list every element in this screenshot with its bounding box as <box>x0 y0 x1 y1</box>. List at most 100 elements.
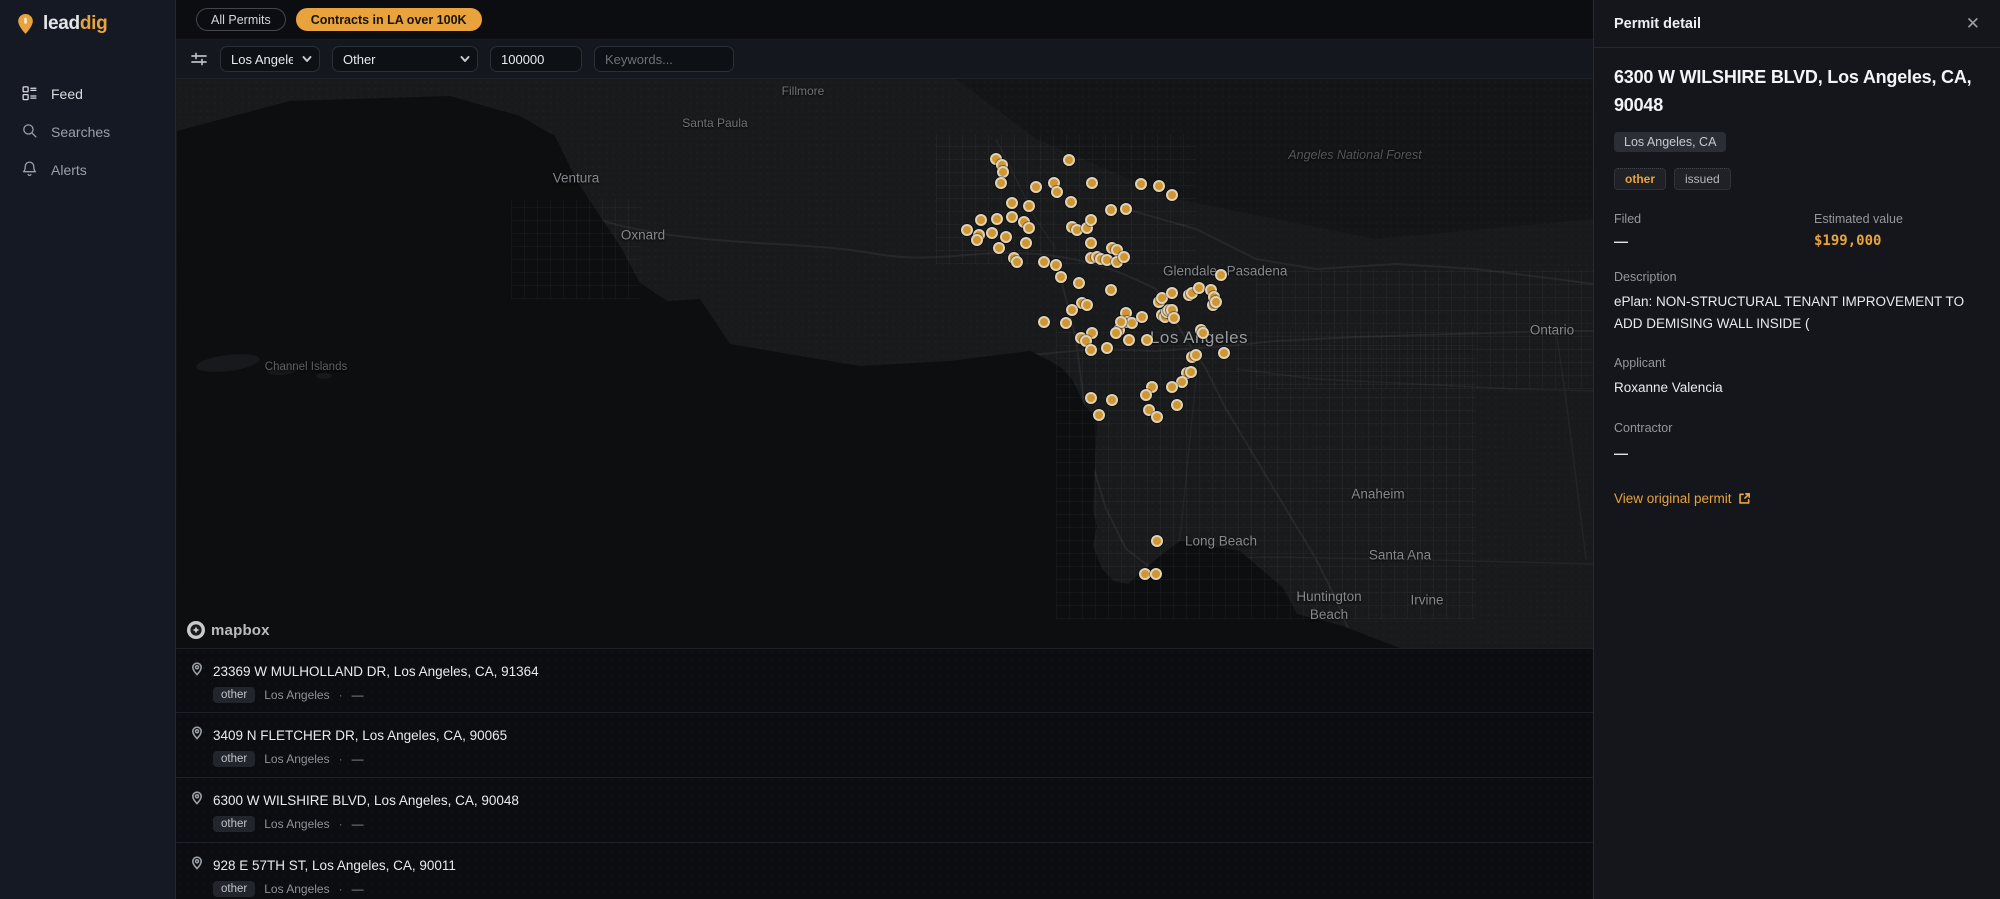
result-city: Los Angeles <box>264 882 330 896</box>
permit-marker[interactable] <box>975 214 987 226</box>
permit-marker[interactable] <box>1166 381 1178 393</box>
sidebar-item-label: Searches <box>51 124 111 140</box>
permit-marker[interactable] <box>1210 296 1222 308</box>
permit-marker[interactable] <box>1038 256 1050 268</box>
result-type-badge: other <box>213 816 256 832</box>
permit-marker[interactable] <box>1086 177 1098 189</box>
permit-marker[interactable] <box>1011 256 1023 268</box>
permit-tag-other: other <box>1614 167 1666 190</box>
result-separator: · <box>338 752 343 766</box>
permit-marker[interactable] <box>1081 299 1093 311</box>
permit-marker[interactable] <box>1136 311 1148 323</box>
permit-marker[interactable] <box>1166 287 1178 299</box>
permit-marker[interactable] <box>1105 204 1117 216</box>
permit-marker[interactable] <box>1038 316 1050 328</box>
result-row[interactable]: 928 E 57TH ST, Los Angeles, CA, 90011 oth… <box>176 843 1593 899</box>
result-address: 6300 W WILSHIRE BLVD, Los Angeles, CA, 9… <box>213 793 519 808</box>
permit-marker[interactable] <box>1023 200 1035 212</box>
permit-marker[interactable] <box>961 224 973 236</box>
permit-marker[interactable] <box>1171 399 1183 411</box>
permit-marker[interactable] <box>1073 277 1085 289</box>
permit-marker[interactable] <box>1185 366 1197 378</box>
permit-marker[interactable] <box>1085 237 1097 249</box>
permit-marker[interactable] <box>993 242 1005 254</box>
saved-search-tab-1[interactable]: Contracts in LA over 100K <box>295 8 482 31</box>
permit-marker[interactable] <box>1110 327 1122 339</box>
permit-marker[interactable] <box>1085 344 1097 356</box>
sidebar-item-searches[interactable]: Searches <box>0 113 175 151</box>
mapbox-attribution[interactable]: mapbox <box>186 620 270 640</box>
app-root: leaddig Feed Searches Alerts All Permits Co… <box>0 0 2000 899</box>
result-row[interactable]: 23369 W MULHOLLAND DR, Los Angeles, CA, … <box>176 648 1593 713</box>
permit-marker[interactable] <box>1135 178 1147 190</box>
result-row[interactable]: 3409 N FLETCHER DR, Los Angeles, CA, 900… <box>176 713 1593 778</box>
map-pin-icon <box>190 856 204 875</box>
mapbox-wordmark: mapbox <box>211 621 270 639</box>
feed-icon <box>21 84 38 104</box>
type-select[interactable]: Other <box>332 46 478 72</box>
view-original-permit-link[interactable]: View original permit <box>1614 491 1751 506</box>
permit-marker[interactable] <box>1197 327 1209 339</box>
saved-search-tab-0[interactable]: All Permits <box>196 8 286 31</box>
permit-marker[interactable] <box>986 227 998 239</box>
permit-marker[interactable] <box>1050 259 1062 271</box>
permit-marker[interactable] <box>1151 411 1163 423</box>
permit-marker[interactable] <box>1153 180 1165 192</box>
permit-marker[interactable] <box>1150 568 1162 580</box>
permit-marker[interactable] <box>1123 334 1135 346</box>
permit-marker[interactable] <box>1085 214 1097 226</box>
permit-marker[interactable] <box>995 177 1007 189</box>
permit-marker[interactable] <box>1023 222 1035 234</box>
permit-marker[interactable] <box>1030 181 1042 193</box>
applicant-label: Applicant <box>1614 356 1666 371</box>
result-city: Los Angeles <box>264 817 330 831</box>
search-icon <box>21 122 38 142</box>
permit-tags: other issued <box>1614 167 1980 190</box>
sidebar-item-feed[interactable]: Feed <box>0 75 175 113</box>
permit-marker[interactable] <box>1141 334 1153 346</box>
result-value: — <box>351 752 364 766</box>
filed-label: Filed <box>1614 211 1642 226</box>
permit-marker[interactable] <box>1190 349 1202 361</box>
permit-marker[interactable] <box>1140 389 1152 401</box>
panel-header: Permit detail ✕ <box>1594 0 2000 48</box>
contractor-label: Contractor <box>1614 420 1673 435</box>
street-grid-oxnard <box>511 199 641 299</box>
permit-marker[interactable] <box>1168 312 1180 324</box>
permit-marker[interactable] <box>1063 154 1075 166</box>
permit-marker[interactable] <box>1151 535 1163 547</box>
permit-marker[interactable] <box>1120 203 1132 215</box>
map-pin-icon <box>190 726 204 745</box>
permit-marker[interactable] <box>1020 237 1032 249</box>
permit-marker[interactable] <box>1055 271 1067 283</box>
permit-marker[interactable] <box>1118 251 1130 263</box>
permit-marker[interactable] <box>1101 342 1113 354</box>
permit-marker[interactable] <box>1106 394 1118 406</box>
city-select[interactable]: Los Angeles <box>220 46 320 72</box>
permit-marker[interactable] <box>1105 284 1117 296</box>
result-row[interactable]: 6300 W WILSHIRE BLVD, Los Angeles, CA, 9… <box>176 778 1593 843</box>
permit-marker[interactable] <box>1060 317 1072 329</box>
sidebar-item-alerts[interactable]: Alerts <box>0 151 175 189</box>
permit-marker[interactable] <box>971 234 983 246</box>
permit-marker[interactable] <box>991 213 1003 225</box>
estimated-value-field: Estimated value $199,000 <box>1814 212 1980 249</box>
permit-marker[interactable] <box>1166 189 1178 201</box>
close-icon[interactable]: ✕ <box>1962 11 1984 36</box>
permit-marker[interactable] <box>1006 211 1018 223</box>
keywords-input[interactable] <box>594 46 734 72</box>
permit-marker[interactable] <box>1066 304 1078 316</box>
permit-marker[interactable] <box>1051 186 1063 198</box>
permit-marker[interactable] <box>1000 231 1012 243</box>
permit-marker[interactable] <box>1218 347 1230 359</box>
min-value-input[interactable] <box>490 46 582 72</box>
filter-sliders-icon[interactable] <box>190 50 208 68</box>
permit-marker[interactable] <box>1093 409 1105 421</box>
brand-logo[interactable]: leaddig <box>0 0 175 35</box>
permit-marker[interactable] <box>1193 282 1205 294</box>
permit-marker[interactable] <box>1065 196 1077 208</box>
permit-marker[interactable] <box>1085 392 1097 404</box>
permit-marker[interactable] <box>1006 197 1018 209</box>
map-canvas[interactable]: Fillmore Santa Paula Ventura Oxnard Channel … <box>176 79 1593 648</box>
permit-marker[interactable] <box>1215 269 1227 281</box>
